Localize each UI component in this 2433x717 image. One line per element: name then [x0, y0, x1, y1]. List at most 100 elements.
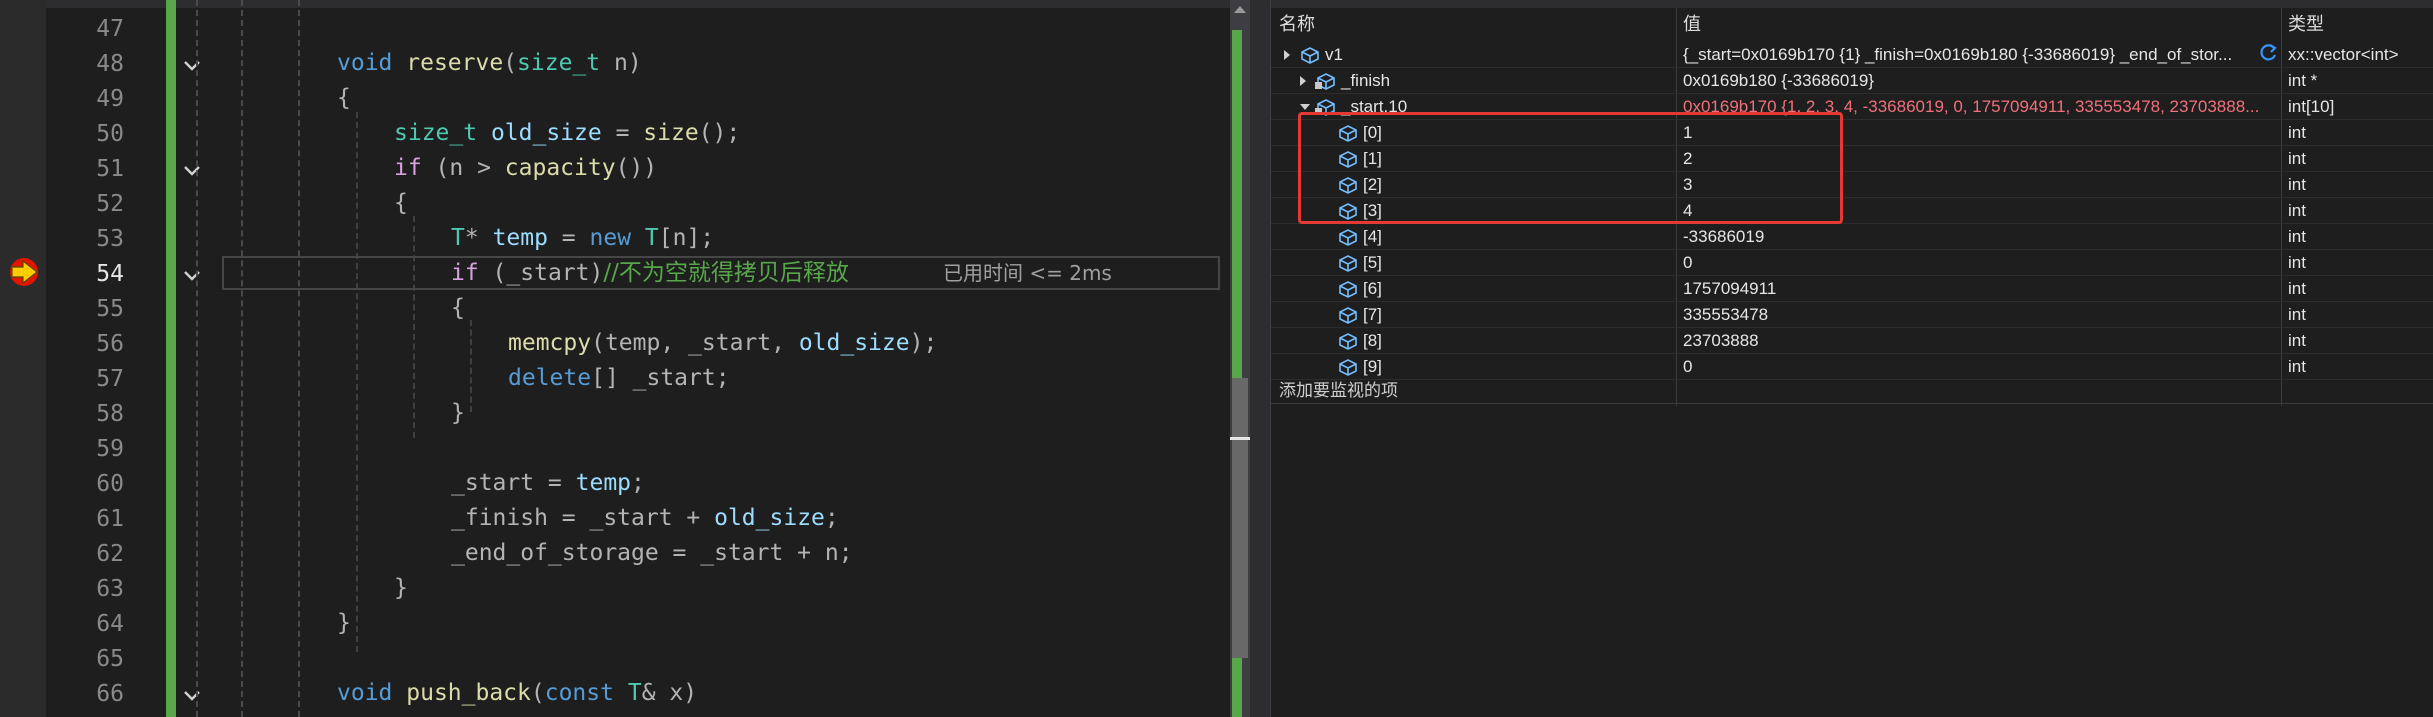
watch-row[interactable]: [9] 0 int	[1271, 354, 2433, 380]
variable-name: old_size	[798, 330, 910, 356]
code-text: & x)	[641, 680, 698, 706]
code-line-53[interactable]: T* temp = new T[n];	[451, 221, 714, 256]
watch-value[interactable]: 335553478	[1683, 302, 2268, 328]
code-line-55[interactable]: {	[451, 291, 465, 326]
code-line-62[interactable]: _end_of_storage = _start + n;	[451, 536, 853, 571]
code-text: _finish = _start +	[451, 505, 715, 531]
line-number: 49	[96, 86, 124, 112]
code-line-50[interactable]: size_t old_size = size();	[394, 116, 740, 151]
private-field-icon	[1315, 73, 1335, 90]
line-number: 61	[96, 506, 124, 532]
code-text: (	[530, 680, 545, 706]
watch-window[interactable]: 名称 值 类型 v1 {_start=0x0169b170 {1} _finish…	[1271, 0, 2433, 717]
watch-row[interactable]: [8] 23703888 int	[1271, 328, 2433, 354]
line-number: 50	[96, 121, 124, 147]
code-line-52[interactable]: {	[394, 186, 408, 221]
watch-type: int	[2288, 175, 2306, 194]
code-line-60[interactable]: _start = temp;	[451, 466, 645, 501]
code-line-49[interactable]: {	[337, 81, 351, 116]
code-line-63[interactable]: }	[394, 571, 408, 606]
code-line-66[interactable]: void push_back(const T& x)	[337, 676, 697, 711]
watch-value[interactable]: 1757094911	[1683, 276, 2268, 302]
expand-triangle-icon[interactable]	[1300, 76, 1306, 86]
code-line-51[interactable]: if (n > capacity())	[394, 151, 657, 186]
code-editor[interactable]: 47 48 49 50 51 52 53 54 55 56 57 58 59 60 61 62 63 64 65 66…	[0, 0, 1250, 717]
indent-guide	[470, 320, 472, 412]
watch-type: int	[2288, 201, 2306, 220]
code-text: =	[601, 120, 644, 146]
code-text: }	[394, 575, 408, 601]
watch-row[interactable]: [4] -33686019 int	[1271, 224, 2433, 250]
code-line-56[interactable]: memcpy(temp, _start, old_size);	[508, 326, 937, 361]
highlight-annotation-box	[1298, 112, 1843, 224]
change-tracking-bar	[166, 0, 176, 717]
line-number: 63	[96, 576, 124, 602]
function-name: size	[643, 120, 699, 146]
watch-row[interactable]: [6] 1757094911 int	[1271, 276, 2433, 302]
line-number: 47	[96, 16, 124, 42]
variable-name: old_size	[490, 120, 602, 146]
line-number: 57	[96, 366, 124, 392]
code-text: }	[451, 400, 465, 426]
watch-type: int	[2288, 253, 2306, 272]
watch-type: int	[2288, 123, 2306, 142]
perf-tip-elapsed-time[interactable]: 已用时间 <= 2ms	[943, 256, 1112, 290]
watch-value[interactable]: {_start=0x0169b170 {1} _finish=0x0169b18…	[1683, 42, 2253, 68]
indent-guide	[196, 0, 198, 717]
pane-splitter[interactable]	[1250, 0, 1271, 717]
add-watch-item-row[interactable]: 添加要监视的项	[1271, 378, 2433, 404]
column-header-type[interactable]: 类型	[2288, 10, 2324, 38]
column-header-value[interactable]: 值	[1683, 10, 1701, 38]
function-name: reserve	[406, 50, 504, 76]
variable-icon	[1339, 281, 1357, 298]
column-header-name[interactable]: 名称	[1279, 10, 1315, 38]
code-line-58[interactable]: }	[451, 396, 465, 431]
code-line-54[interactable]: if (_start)//不为空就得拷贝后释放	[451, 256, 849, 291]
code-text: n)	[600, 50, 642, 76]
code-text: }	[337, 610, 351, 636]
breakpoint-current-statement-icon[interactable]	[8, 256, 42, 288]
editor-tab-strip	[0, 0, 1230, 8]
line-number: 54	[96, 261, 124, 287]
refresh-icon[interactable]	[2257, 42, 2279, 64]
line-number: 52	[96, 191, 124, 217]
keyword: new	[589, 225, 632, 251]
fold-toggle-chevron-down-icon[interactable]	[180, 159, 204, 183]
watch-row[interactable]: [5] 0 int	[1271, 250, 2433, 276]
watch-name: [8]	[1363, 331, 1382, 350]
watch-type: int	[2288, 227, 2306, 246]
watch-value[interactable]: 0x0169b180 {-33686019}	[1683, 68, 2268, 94]
function-name: memcpy	[508, 330, 592, 356]
fold-toggle-chevron-down-icon[interactable]	[180, 264, 204, 288]
watch-value[interactable]: 23703888	[1683, 328, 2268, 354]
expand-triangle-icon[interactable]	[1284, 50, 1290, 60]
code-line-48[interactable]: void reserve(size_t n)	[337, 46, 642, 81]
code-text: *	[464, 225, 493, 251]
add-watch-placeholder: 添加要监视的项	[1279, 381, 1398, 400]
collapse-triangle-icon[interactable]	[1300, 104, 1310, 110]
code-text: ;	[631, 470, 645, 496]
code-line-61[interactable]: _finish = _start + old_size;	[451, 501, 839, 536]
scrollbar-thumb[interactable]	[1232, 378, 1248, 658]
watch-row[interactable]: _finish 0x0169b180 {-33686019} int *	[1271, 68, 2433, 94]
line-number: 65	[96, 646, 124, 672]
fold-toggle-chevron-down-icon[interactable]	[180, 684, 204, 708]
code-text: (temp, _start,	[591, 330, 799, 356]
watch-row[interactable]: [7] 335553478 int	[1271, 302, 2433, 328]
keyword: void	[337, 50, 393, 76]
scroll-up-arrow-icon[interactable]	[1234, 6, 1246, 13]
code-line-57[interactable]: delete[] _start;	[508, 361, 730, 396]
watch-value[interactable]: 0	[1683, 354, 2268, 380]
line-number: 64	[96, 611, 124, 637]
code-text: [] _start;	[591, 365, 730, 391]
watch-value[interactable]: -33686019	[1683, 224, 2268, 250]
line-number: 62	[96, 541, 124, 567]
editor-vertical-scrollbar[interactable]	[1230, 0, 1250, 717]
fold-toggle-chevron-down-icon[interactable]	[180, 54, 204, 78]
watch-value[interactable]: 0	[1683, 250, 2268, 276]
code-line-64[interactable]: }	[337, 606, 351, 641]
glyph-margin[interactable]	[0, 0, 46, 717]
line-number: 55	[96, 296, 124, 322]
